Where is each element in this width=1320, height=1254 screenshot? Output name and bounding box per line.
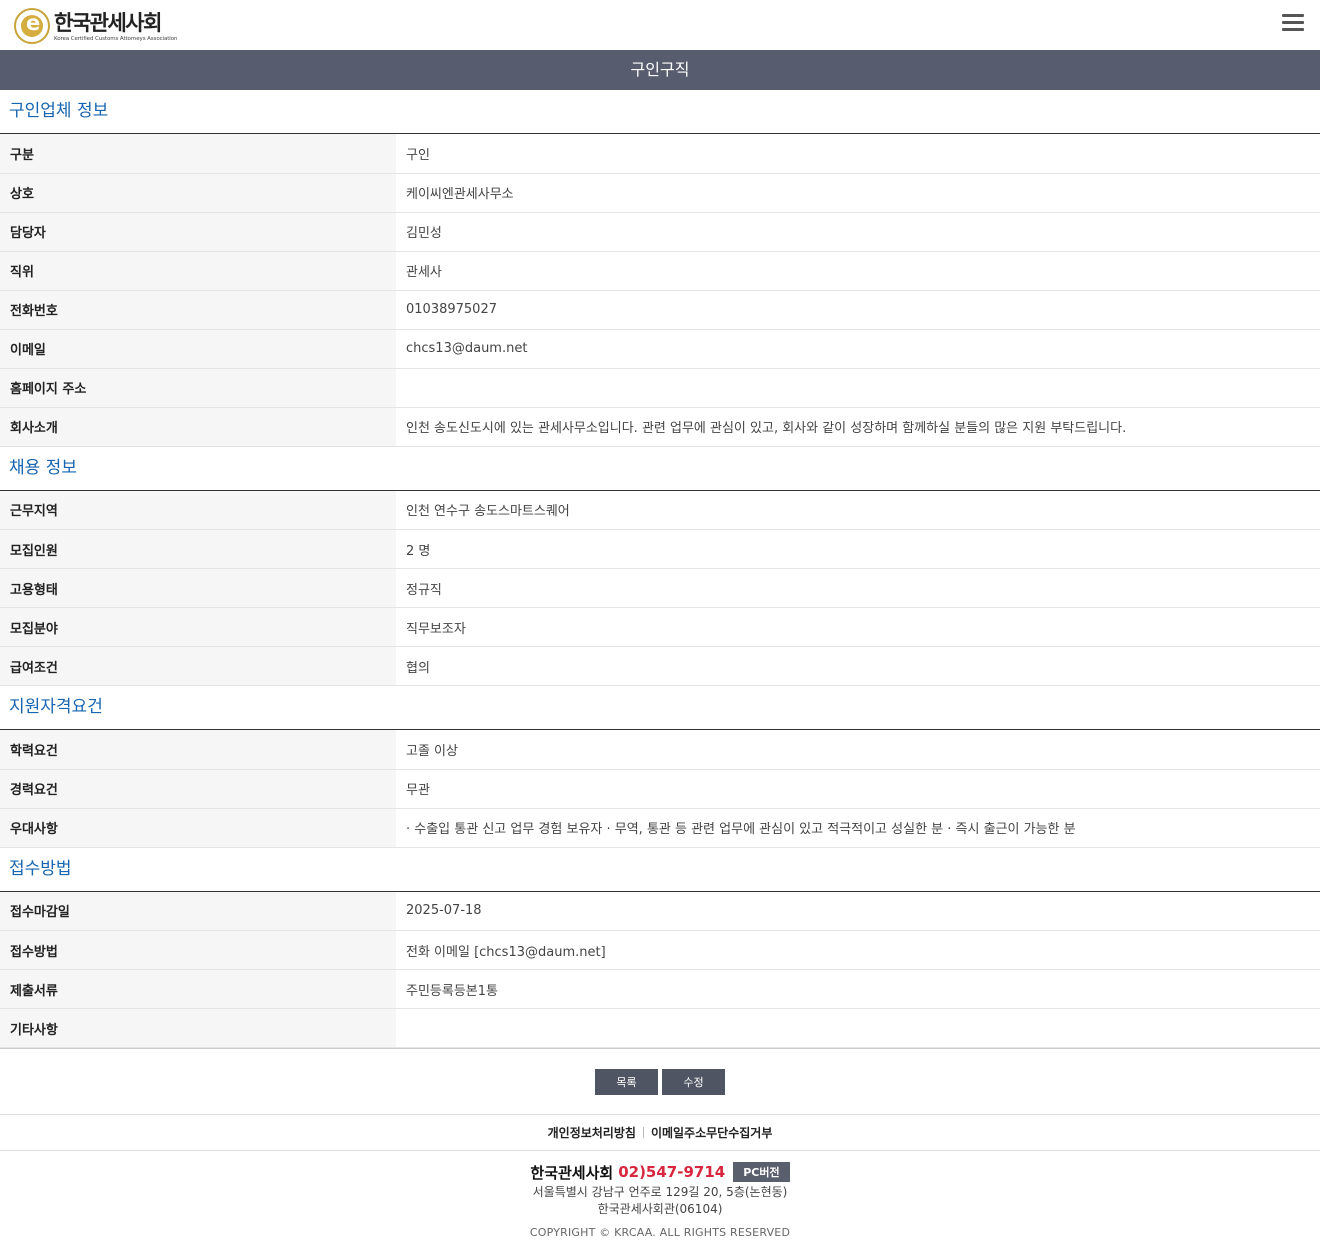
qualification-info-table: 학력요건 고졸 이상 경력요건 무관 우대사항 · 수출입 통관 신고 업무 경험 … [0,730,1320,848]
row-label: 상호 [0,173,396,213]
table-row: 상호 케이씨엔관세사무소 [0,173,1320,213]
section-title-application: 접수방법 [0,848,1320,892]
table-row: 담당자 김민성 [0,212,1320,252]
section-title-company: 구인업체 정보 [0,90,1320,134]
row-label: 모집분야 [0,607,396,647]
divider [642,1127,644,1138]
table-row: 경력요건 무관 [0,769,1320,809]
row-value: chcs13@daum.net [396,329,1320,369]
logo-title: 한국관세사회 [54,10,162,35]
row-value: 01038975027 [396,290,1320,330]
row-label: 홈페이지 주소 [0,368,396,408]
row-label: 우대사항 [0,808,396,848]
table-row: 제출서류 주민등록등본1통 [0,969,1320,1009]
section-title-qualification: 지원자격요건 [0,686,1320,730]
table-row: 고용형태 정규직 [0,568,1320,608]
section-title-employment: 채용 정보 [0,447,1320,491]
row-value [396,368,1320,408]
footer-phone: 02)547-9714 [618,1163,726,1181]
button-area: 목록 수정 [0,1048,1320,1115]
table-row: 학력요건 고졸 이상 [0,730,1320,770]
row-value: 정규직 [396,568,1320,608]
row-label: 경력요건 [0,769,396,809]
table-row: 회사소개 인천 송도신도시에 있는 관세사무소입니다. 관련 업무에 관심이 있고… [0,407,1320,447]
header: 한국관세사회 Korea Certified Customs Attorneys… [0,0,1320,50]
row-label: 전화번호 [0,290,396,330]
row-label: 접수방법 [0,930,396,970]
logo[interactable]: 한국관세사회 Korea Certified Customs Attorneys… [14,8,177,44]
row-label: 학력요건 [0,730,396,770]
table-row: 접수마감일 2025-07-18 [0,891,1320,931]
table-row: 우대사항 · 수출입 통관 신고 업무 경험 보유자 · 무역, 통관 등 관련… [0,808,1320,848]
table-row: 접수방법 전화 이메일 [chcs13@daum.net] [0,930,1320,970]
table-row: 전화번호 01038975027 [0,290,1320,330]
application-info-table: 접수마감일 2025-07-18 접수방법 전화 이메일 [chcs13@daum.… [0,891,1320,1048]
row-value: 구인 [396,134,1320,174]
company-info-table: 구분 구인 상호 케이씨엔관세사무소 담당자 김민성 직위 관세사 전화번호 010389… [0,134,1320,447]
footer-address-line-2: 한국관세사회관(06104) [597,1202,723,1216]
row-value: 케이씨엔관세사무소 [396,173,1320,213]
footer-address-line-1: 서울특별시 강남구 언주로 129길 20, 5층(논현동) [532,1185,788,1199]
table-row: 구분 구인 [0,134,1320,174]
table-row: 기타사항 [0,1008,1320,1048]
menu-icon[interactable] [1282,14,1304,34]
table-row: 모집인원 2 명 [0,529,1320,569]
row-value: 2025-07-18 [396,891,1320,931]
row-value: 주민등록등본1통 [396,969,1320,1009]
table-row: 직위 관세사 [0,251,1320,291]
row-value [396,1008,1320,1048]
row-label: 직위 [0,251,396,291]
list-button[interactable]: 목록 [595,1068,658,1095]
row-label: 제출서류 [0,969,396,1009]
row-label: 모집인원 [0,529,396,569]
table-row: 모집분야 직무보조자 [0,607,1320,647]
table-row: 근무지역 인천 연수구 송도스마트스퀘어 [0,490,1320,530]
row-value: 인천 연수구 송도스마트스퀘어 [396,490,1320,530]
employment-info-table: 근무지역 인천 연수구 송도스마트스퀘어 모집인원 2 명 고용형태 정규직 모집분야… [0,490,1320,686]
email-refusal-link[interactable]: 이메일주소무단수집거부 [651,1124,772,1141]
row-label: 고용형태 [0,568,396,608]
row-value: 관세사 [396,251,1320,291]
row-value: 2 명 [396,529,1320,569]
row-value: 무관 [396,769,1320,809]
row-label: 근무지역 [0,490,396,530]
privacy-policy-link[interactable]: 개인정보처리방침 [548,1124,636,1141]
row-value: 협의 [396,646,1320,686]
logo-emblem-icon [14,8,50,44]
row-label: 구분 [0,134,396,174]
row-label: 담당자 [0,212,396,252]
page-title: 구인구직 [0,50,1320,90]
logo-subtitle: Korea Certified Customs Attorneys Associ… [54,35,178,42]
footer-org-name: 한국관세사회 [530,1163,614,1182]
footer-info: 한국관세사회 02)547-9714 PC버전 서울특별시 강남구 언주로 12… [0,1151,1320,1239]
pc-version-button[interactable]: PC버전 [733,1162,790,1182]
row-value: · 수출입 통관 신고 업무 경험 보유자 · 무역, 통관 등 관련 업무에 … [396,808,1320,848]
table-row: 홈페이지 주소 [0,368,1320,408]
row-label: 회사소개 [0,407,396,447]
table-row: 이메일 chcs13@daum.net [0,329,1320,369]
row-label: 접수마감일 [0,891,396,931]
logo-text: 한국관세사회 Korea Certified Customs Attorneys… [54,11,177,42]
row-label: 급여조건 [0,646,396,686]
row-label: 기타사항 [0,1008,396,1048]
footer-copyright: COPYRIGHT © KRCAA. ALL RIGHTS RESERVED [529,1226,791,1239]
row-value: 직무보조자 [396,607,1320,647]
edit-button[interactable]: 수정 [662,1068,725,1095]
row-value: 고졸 이상 [396,730,1320,770]
row-value: 전화 이메일 [chcs13@daum.net] [396,930,1320,970]
table-row: 급여조건 협의 [0,646,1320,686]
row-value: 인천 송도신도시에 있는 관세사무소입니다. 관련 업무에 관심이 있고, 회사… [396,407,1320,447]
row-label: 이메일 [0,329,396,369]
row-value: 김민성 [396,212,1320,252]
footer-contact: 한국관세사회 02)547-9714 PC버전 [0,1161,1320,1183]
footer-links: 개인정보처리방침 이메일주소무단수집거부 [0,1115,1320,1151]
